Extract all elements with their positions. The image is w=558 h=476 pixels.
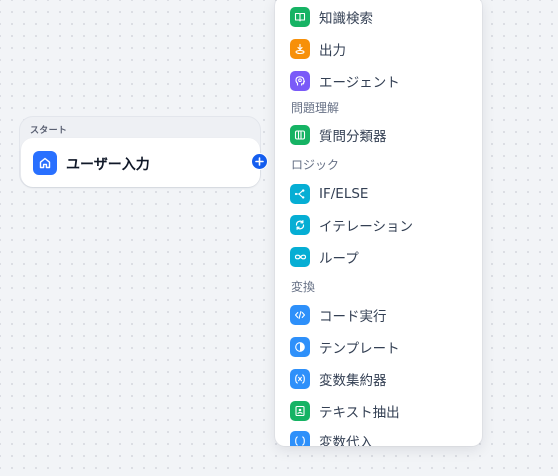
block-item-text-extractor[interactable]: テキスト抽出: [290, 398, 470, 424]
node-title: ユーザー入力: [66, 157, 150, 173]
block-label: IF/ELSE: [319, 186, 369, 202]
block-item-output[interactable]: 出力: [290, 36, 470, 62]
branch-icon: [290, 184, 310, 204]
block-label: テキスト抽出: [319, 405, 400, 421]
block-item-template[interactable]: テンプレート: [290, 334, 470, 360]
block-selector-panel: 知識検索 出力 エージェント 問題理解 質問分類器 ロジック IF/ELSE イ…: [275, 0, 482, 446]
iteration-icon: [290, 215, 310, 235]
block-label: 質問分類器: [319, 129, 387, 145]
code-icon: [290, 305, 310, 325]
block-label: エージェント: [319, 75, 400, 91]
section-transform: 変換: [291, 280, 316, 294]
block-label: 変数集約器: [319, 373, 387, 389]
block-label: イテレーション: [319, 219, 413, 235]
block-item-code[interactable]: コード実行: [290, 302, 470, 328]
block-label: ループ: [319, 251, 359, 267]
block-item-loop[interactable]: ループ: [290, 244, 470, 270]
block-label: 知識検索: [319, 11, 373, 27]
start-group-label: スタート: [30, 126, 68, 136]
block-item-if-else[interactable]: IF/ELSE: [290, 181, 470, 207]
home-icon: [33, 151, 57, 175]
block-label: 変数代入: [319, 435, 373, 446]
block-item-variable-aggregator[interactable]: 変数集約器: [290, 366, 470, 392]
variable-aggregator-icon: [290, 369, 310, 389]
variable-assigner-icon: [290, 431, 310, 446]
block-item-iteration[interactable]: イテレーション: [290, 212, 470, 238]
output-icon: [290, 39, 310, 59]
start-node-group: スタート ユーザー入力: [19, 116, 261, 188]
loop-icon: [290, 247, 310, 267]
block-label: テンプレート: [319, 341, 400, 357]
block-label: コード実行: [319, 309, 387, 325]
user-input-node[interactable]: ユーザー入力: [21, 138, 260, 187]
add-node-button[interactable]: [251, 153, 268, 170]
classifier-icon: [290, 125, 310, 145]
section-logic: ロジック: [291, 158, 340, 172]
block-label: 出力: [319, 43, 346, 59]
template-icon: [290, 337, 310, 357]
section-question-understanding: 問題理解: [291, 101, 340, 115]
block-item-question-classifier[interactable]: 質問分類器: [290, 122, 470, 148]
agent-icon: [290, 71, 310, 91]
book-icon: [290, 7, 310, 27]
block-item-agent[interactable]: エージェント: [290, 68, 470, 94]
block-item-knowledge-retrieval[interactable]: 知識検索: [290, 4, 470, 30]
text-extractor-icon: [290, 401, 310, 421]
block-item-variable-assigner[interactable]: 変数代入: [290, 428, 470, 446]
plus-icon: [255, 157, 264, 166]
